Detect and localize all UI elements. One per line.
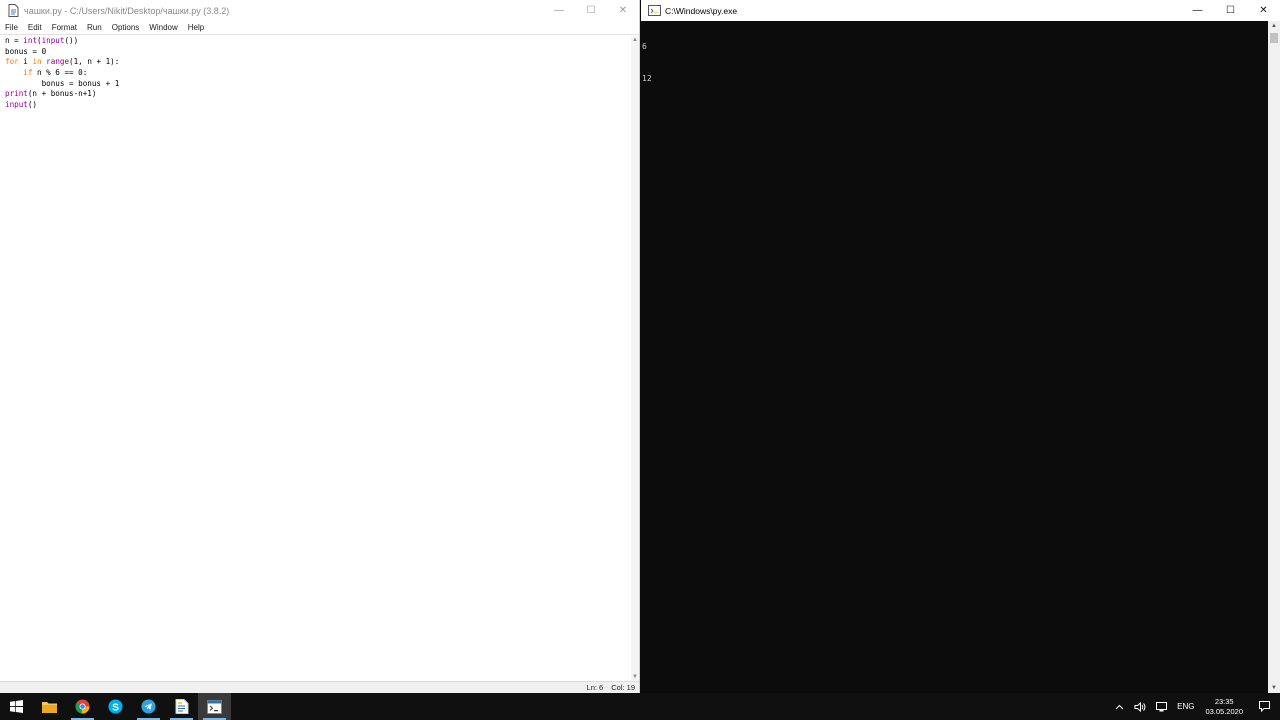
idle-titlebar[interactable]: чашки.py - C:/Users/Nikit/Desktop/чашки.… <box>0 0 639 21</box>
taskbar-chrome[interactable] <box>66 693 99 720</box>
code-token: n % 6 == 0: <box>32 68 88 78</box>
idle-menubar: File Edit Format Run Options Window Help <box>0 21 639 35</box>
folder-icon <box>42 701 57 713</box>
scroll-up-arrow-icon[interactable]: ▲ <box>1268 21 1280 31</box>
console-maximize-button[interactable]: ☐ <box>1214 0 1247 21</box>
telegram-icon <box>141 699 156 714</box>
code-token: range <box>46 57 70 67</box>
start-button[interactable] <box>0 693 33 720</box>
menu-help[interactable]: Help <box>183 22 209 34</box>
code-token: () <box>27 100 38 110</box>
scroll-up-arrow-icon[interactable]: ▲ <box>631 36 639 44</box>
tray-overflow-chevron-icon[interactable] <box>1110 704 1129 710</box>
idle-window-title: чашки.py - C:/Users/Nikit/Desktop/чашки.… <box>24 5 230 16</box>
code-line[interactable]: n = int(input()) <box>5 36 631 47</box>
taskbar-skype[interactable]: S <box>99 693 132 720</box>
scroll-down-arrow-icon[interactable]: ▼ <box>631 673 639 681</box>
code-token: bonus = bonus + 1 <box>5 78 120 88</box>
code-line[interactable]: input() <box>5 100 631 111</box>
column-indicator: Col: 19 <box>611 683 635 692</box>
idle-close-button[interactable]: ✕ <box>607 0 639 21</box>
console-line: 12 <box>642 73 652 83</box>
menu-file[interactable]: File <box>0 22 23 34</box>
menu-run[interactable]: Run <box>82 22 107 34</box>
code-token: (n + bonus-n+1) <box>27 89 97 99</box>
python-console-icon <box>207 699 222 714</box>
taskbar-file-explorer[interactable] <box>33 693 66 720</box>
scroll-down-arrow-icon[interactable]: ▼ <box>1268 683 1280 693</box>
idle-statusbar: Ln: 6 Col: 19 <box>0 681 639 693</box>
console-scrollbar[interactable]: ▲ ▼ <box>1268 21 1280 693</box>
console-window-title: C:\Windows\py.exe <box>665 5 738 16</box>
windows-logo-icon <box>10 700 23 713</box>
code-line[interactable]: print(n + bonus-n+1) <box>5 89 631 100</box>
network-icon[interactable] <box>1151 701 1172 712</box>
idle-minimize-button[interactable]: — <box>543 0 575 21</box>
code-editor[interactable]: n = int(input()) bonus = 0 for i in range(… <box>0 36 631 681</box>
taskbar-telegram[interactable] <box>132 693 165 720</box>
console-line: 6 <box>642 42 647 51</box>
notification-center-icon[interactable] <box>1249 701 1280 712</box>
idle-file-icon <box>6 4 20 18</box>
skype-icon: S <box>108 699 123 714</box>
console-output[interactable]: 6 12 <box>641 21 1268 693</box>
system-tray: ENG 23:35 03.05.2020 <box>1110 693 1280 720</box>
code-token: input <box>41 36 65 45</box>
python-console-icon <box>647 4 661 18</box>
menu-format[interactable]: Format <box>47 22 82 34</box>
menu-edit[interactable]: Edit <box>23 22 47 34</box>
code-token: int <box>23 36 38 45</box>
chrome-icon <box>75 699 90 714</box>
editor-scrollbar[interactable]: ▲ ▼ <box>631 36 639 681</box>
idle-icon <box>175 699 188 714</box>
code-token: i <box>18 57 33 67</box>
clock-time: 23:35 <box>1214 696 1234 706</box>
console-minimize-button[interactable]: — <box>1181 0 1214 21</box>
console-window: C:\Windows\py.exe — ☐ ✕ 6 12 ▲ ▼ <box>641 0 1280 693</box>
language-indicator[interactable]: ENG <box>1172 702 1199 711</box>
idle-maximize-button[interactable]: ☐ <box>575 0 607 21</box>
code-line[interactable]: bonus = bonus + 1 <box>5 79 631 90</box>
clock-date: 03.05.2020 <box>1205 706 1243 716</box>
code-token: (1, n + 1): <box>69 57 120 67</box>
svg-text:S: S <box>112 702 119 713</box>
console-titlebar[interactable]: C:\Windows\py.exe — ☐ ✕ <box>641 0 1280 21</box>
code-token: bonus = 0 <box>5 46 47 56</box>
code-token: input <box>5 100 28 110</box>
code-token: print <box>5 89 28 99</box>
line-indicator: Ln: 6 <box>586 683 604 692</box>
taskbar-idle[interactable] <box>165 693 198 720</box>
clock[interactable]: 23:35 03.05.2020 <box>1199 697 1249 717</box>
volume-icon[interactable] <box>1129 701 1151 712</box>
taskbar-python-console[interactable] <box>198 693 231 720</box>
code-token: ()) <box>64 36 79 45</box>
code-token: in <box>32 57 42 67</box>
console-scroll-thumb[interactable] <box>1270 33 1278 43</box>
menu-window[interactable]: Window <box>144 22 182 34</box>
console-close-button[interactable]: ✕ <box>1247 0 1280 21</box>
code-line[interactable]: bonus = 0 <box>5 47 631 58</box>
idle-editor-window: чашки.py - C:/Users/Nikit/Desktop/чашки.… <box>0 0 640 693</box>
code-token: n = <box>5 36 24 45</box>
code-token: for <box>5 57 19 67</box>
code-line[interactable]: for i in range(1, n + 1): <box>5 57 631 68</box>
taskbar: S ENG 23:35 03.05.2020 <box>0 693 1280 720</box>
code-line[interactable]: if n % 6 == 0: <box>5 68 631 79</box>
menu-options[interactable]: Options <box>107 22 145 34</box>
